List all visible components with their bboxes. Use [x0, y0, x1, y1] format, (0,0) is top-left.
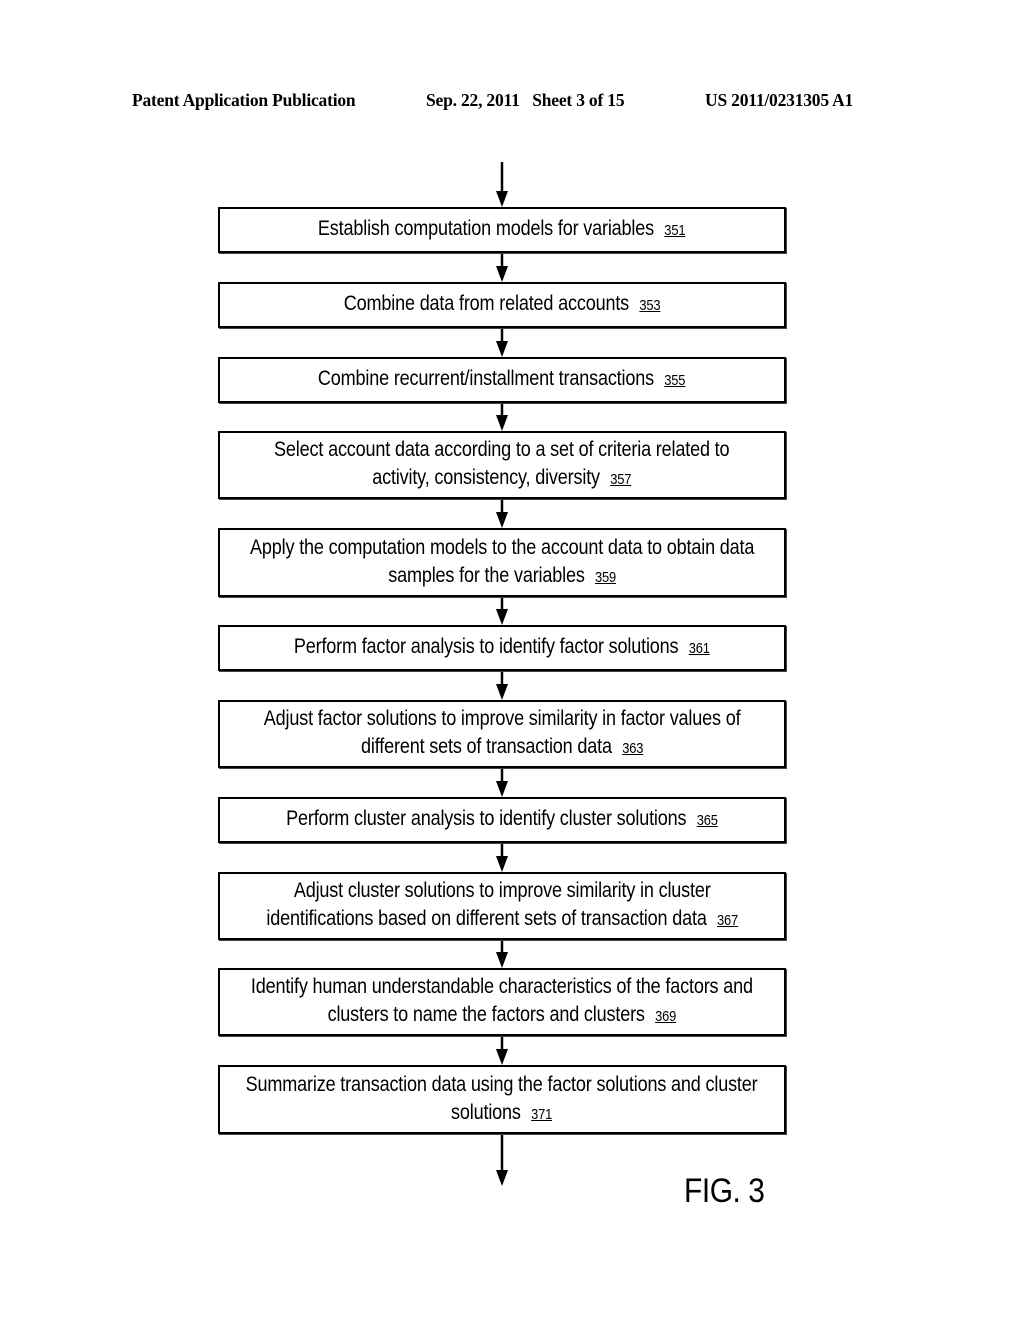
step-label: Identify human understandable characteri…	[251, 975, 753, 998]
step-reference-number: 369	[655, 1008, 677, 1025]
step-text: Perform factor analysis to identify fact…	[294, 633, 710, 663]
arrow-head-icon	[496, 415, 508, 431]
step-label: Combine recurrent/installment transactio…	[318, 367, 655, 390]
step-reference-number: 371	[531, 1105, 553, 1123]
step-text-line: Establish computation models for variabl…	[318, 215, 686, 245]
arrow-head-icon	[496, 684, 508, 700]
connector-arrow	[496, 1037, 508, 1065]
step-reference-number: 357	[610, 471, 632, 488]
arrow-head-icon	[496, 191, 508, 207]
step-reference-number: 367	[716, 912, 738, 929]
step-box-357: Select account data according to a set o…	[218, 431, 786, 499]
step-text: Perform cluster analysis to identify clu…	[286, 805, 718, 835]
step-text: Summarize transaction data using the fac…	[246, 1071, 758, 1129]
step-label: Perform factor analysis to identify fact…	[294, 635, 679, 658]
step-text-line: Combine data from related accounts 353	[344, 290, 661, 320]
connector-arrow	[496, 254, 508, 282]
step-text: Establish computation models for variabl…	[318, 215, 686, 245]
step-label: Adjust cluster solutions to improve simi…	[293, 879, 711, 902]
arrow-head-icon	[496, 609, 508, 625]
step-text: Identify human understandable characteri…	[251, 973, 753, 1031]
connector-arrow	[496, 844, 508, 872]
exit-arrow	[496, 1135, 508, 1186]
step-text-line: clusters to name the factors and cluster…	[251, 1001, 753, 1031]
step-label: Apply the computation models to the acco…	[249, 535, 755, 559]
step-label: Perform cluster analysis to identify clu…	[286, 807, 687, 830]
step-reference-number: 359	[594, 568, 616, 586]
connector-arrow	[496, 598, 508, 625]
step-reference-number: 363	[622, 740, 644, 757]
step-text: Adjust cluster solutions to improve simi…	[266, 877, 738, 935]
connector-arrow	[496, 404, 508, 431]
step-box-369: Identify human understandable characteri…	[218, 968, 786, 1036]
step-box-353: Combine data from related accounts 353	[218, 282, 786, 328]
step-label: Select account data according to a set o…	[274, 438, 730, 461]
step-box-355: Combine recurrent/installment transactio…	[218, 357, 786, 403]
step-text: Apply the computation models to the acco…	[250, 534, 754, 592]
step-label: Summarize transaction data using the fac…	[246, 1072, 758, 1096]
step-text-line: samples for the variables 359	[250, 562, 754, 592]
connector-arrow	[496, 769, 508, 797]
step-text-line: Summarize transaction data using the fac…	[246, 1071, 758, 1099]
step-label: clusters to name the factors and cluster…	[327, 1003, 645, 1026]
step-reference-number: 361	[688, 640, 710, 657]
step-label: identifications based on different sets …	[266, 907, 707, 930]
step-text-line: identifications based on different sets …	[266, 905, 738, 935]
step-text-line: Select account data according to a set o…	[274, 436, 730, 464]
arrow-head-icon	[496, 1049, 508, 1065]
arrow-head-icon	[496, 341, 508, 357]
step-text-line: Perform factor analysis to identify fact…	[294, 633, 710, 663]
step-box-361: Perform factor analysis to identify fact…	[218, 625, 786, 671]
connector-arrow	[496, 500, 508, 528]
arrow-head-icon	[496, 266, 508, 282]
arrow-head-icon	[496, 952, 508, 968]
step-reference-number: 353	[639, 297, 661, 314]
step-text-line: activity, consistency, diversity 357	[274, 464, 729, 494]
arrow-head-icon	[496, 512, 508, 528]
step-reference-number: 351	[664, 222, 686, 239]
step-box-363: Adjust factor solutions to improve simil…	[218, 700, 786, 768]
step-reference-number: 355	[664, 372, 686, 389]
step-text-line: Perform cluster analysis to identify clu…	[286, 805, 718, 835]
step-label: activity, consistency, diversity	[372, 466, 601, 489]
step-text: Combine recurrent/installment transactio…	[318, 365, 686, 395]
connector-arrow	[496, 941, 508, 968]
step-label: different sets of transaction data	[360, 735, 612, 758]
entry-arrow	[496, 162, 508, 207]
connector-arrow	[496, 672, 508, 700]
step-text: Combine data from related accounts 353	[344, 290, 661, 320]
step-box-351: Establish computation models for variabl…	[218, 207, 786, 253]
arrow-head-icon	[496, 781, 508, 797]
step-text-line: Adjust factor solutions to improve simil…	[264, 705, 741, 733]
arrow-head-icon	[496, 1170, 508, 1186]
step-label: samples for the variables	[388, 563, 585, 587]
step-text-line: different sets of transaction data 363	[264, 733, 741, 763]
arrow-head-icon	[496, 856, 508, 872]
connector-arrow	[496, 329, 508, 357]
step-reference-number: 365	[696, 812, 718, 829]
step-box-367: Adjust cluster solutions to improve simi…	[218, 872, 786, 940]
step-text-line: Adjust cluster solutions to improve simi…	[266, 877, 738, 905]
step-text-line: Identify human understandable characteri…	[251, 973, 753, 1001]
step-label: Adjust factor solutions to improve simil…	[263, 707, 741, 730]
step-label: solutions	[451, 1100, 522, 1124]
step-text: Adjust factor solutions to improve simil…	[264, 705, 741, 763]
step-label: Combine data from related accounts	[343, 292, 629, 315]
step-text-line: Apply the computation models to the acco…	[250, 534, 754, 562]
step-text-line: Combine recurrent/installment transactio…	[318, 365, 686, 395]
step-text: Select account data according to a set o…	[274, 436, 730, 494]
step-box-365: Perform cluster analysis to identify clu…	[218, 797, 786, 843]
step-box-371: Summarize transaction data using the fac…	[218, 1065, 786, 1134]
figure-label: FIG. 3	[684, 1172, 765, 1210]
step-label: Establish computation models for variabl…	[318, 217, 655, 240]
step-text-line: solutions 371	[246, 1099, 758, 1129]
step-box-359: Apply the computation models to the acco…	[218, 528, 786, 597]
